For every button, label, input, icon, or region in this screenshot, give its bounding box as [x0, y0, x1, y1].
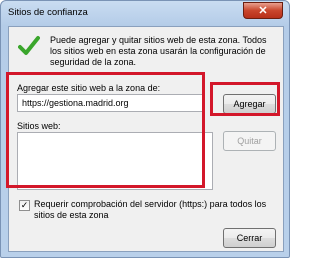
dialog-body: Puede agregar y quitar sitios web de est… [8, 26, 284, 252]
close-icon: ✕ [258, 5, 268, 17]
add-site-label-text: Agregar este sitio web a la zona de: [17, 83, 161, 93]
https-checkbox-label[interactable]: Requerir comprobación del servidor (http… [34, 199, 282, 221]
remove-button[interactable]: Quitar [223, 131, 276, 151]
dialog-title: Sitios de confianza [8, 7, 88, 18]
add-site-label: Agregar este sitio web a la zona de: [17, 83, 160, 93]
close-button[interactable]: Cerrar [223, 228, 276, 248]
https-checkbox[interactable]: ✓ [19, 200, 30, 211]
trusted-sites-dialog: Sitios de confianza ✕ Puede agregar y qu… [0, 0, 290, 258]
sites-list[interactable] [17, 132, 213, 190]
add-site-input[interactable] [17, 94, 204, 112]
add-button[interactable]: Agregar [223, 94, 276, 114]
close-window-button[interactable]: ✕ [243, 2, 283, 19]
info-text: Puede agregar y quitar sitios web de est… [50, 35, 267, 67]
check-icon [18, 36, 40, 55]
sites-label: Sitios web: [17, 121, 61, 131]
checkmark-icon: ✓ [20, 200, 29, 210]
title-bar[interactable]: Sitios de confianza ✕ [1, 1, 289, 25]
